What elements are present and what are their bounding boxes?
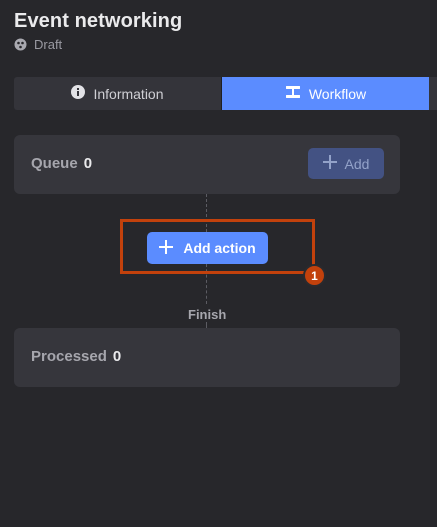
- finish-label: Finish: [188, 307, 227, 322]
- status-row: Draft: [14, 37, 62, 52]
- queue-count: 0: [83, 155, 93, 172]
- tab-workflow[interactable]: Workflow: [222, 77, 429, 110]
- queue-add-button[interactable]: Add: [308, 148, 384, 179]
- tab-workflow-label: Workflow: [308, 85, 367, 102]
- processed-label: Processed 0: [31, 348, 121, 365]
- tab-information-label: Information: [93, 85, 164, 102]
- info-icon: [71, 85, 86, 102]
- status-text: Draft: [34, 37, 63, 52]
- queue-card: Queue 0 Add: [14, 135, 400, 194]
- tab-information[interactable]: Information: [14, 77, 222, 110]
- queue-label: Queue 0: [31, 155, 92, 172]
- draft-status-icon: [14, 38, 28, 52]
- workflow-page: Event networking Draft Information Workf…: [0, 0, 437, 527]
- page-title: Event networking: [14, 10, 183, 32]
- plus-icon: [322, 155, 337, 172]
- tab-bar-filler: [429, 77, 437, 110]
- processed-count: 0: [112, 348, 122, 365]
- processed-card: Processed 0: [14, 328, 400, 387]
- queue-label-text: Queue: [31, 155, 78, 172]
- queue-add-label: Add: [344, 155, 370, 172]
- annotation-badge: 1: [303, 264, 326, 287]
- highlight-box: [120, 219, 315, 274]
- workflow-icon: [285, 85, 301, 102]
- processed-label-text: Processed: [31, 348, 107, 365]
- tab-bar: Information Workflow: [14, 77, 437, 110]
